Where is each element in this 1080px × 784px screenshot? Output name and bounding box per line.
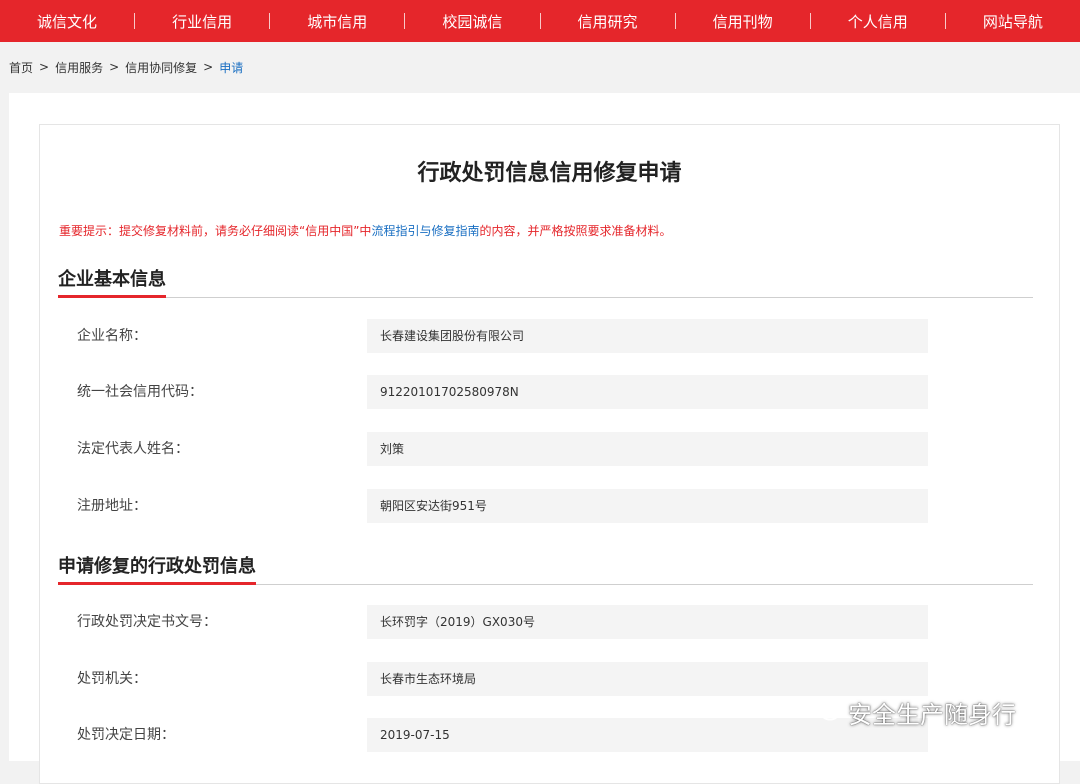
field-row-company-name: 企业名称： 长春建设集团股份有限公司 [40,319,1061,353]
nav-item-credit-publications[interactable]: 信用刊物 [676,11,810,32]
section-header-company: 企业基本信息 [58,265,1033,298]
field-label: 行政处罚决定书文号： [77,614,217,630]
breadcrumb-current: 申请 [219,60,244,75]
notice-conjunction: 与 [419,224,432,238]
legal-representative-field: 刘策 [367,432,928,466]
nav-item-credit-research[interactable]: 信用研究 [541,11,675,32]
breadcrumb-separator: > [109,60,120,74]
nav-item-campus-integrity[interactable]: 校园诚信 [405,11,539,32]
process-guide-link[interactable]: 流程指引 [371,224,419,238]
notice-prefix: 重要提示：提交修复材料前，请务必仔细阅读“信用中国”中 [59,224,372,238]
breadcrumb: 首页 > 信用服务 > 信用协同修复 > 申请 [0,42,1080,92]
field-row-decision-number: 行政处罚决定书文号： 长环罚字（2019）GX030号 [40,605,1061,639]
nav-item-personal-credit[interactable]: 个人信用 [811,11,945,32]
repair-guide-link[interactable]: 修复指南 [431,224,479,238]
registered-address-field: 朝阳区安达街951号 [367,489,928,523]
nav-item-integrity-culture[interactable]: 诚信文化 [0,11,134,32]
section-header-penalty: 申请修复的行政处罚信息 [58,552,1033,585]
top-navigation: 诚信文化 行业信用 城市信用 校园诚信 信用研究 信用刊物 个人信用 网站导航 [0,0,1080,42]
breadcrumb-credit-repair[interactable]: 信用协同修复 [125,59,197,76]
field-row-penalty-authority: 处罚机关： 长春市生态环境局 [40,662,1061,696]
field-label: 法定代表人姓名： [77,441,189,457]
important-notice: 重要提示：提交修复材料前，请务必仔细阅读“信用中国”中流程指引与修复指南的内容，… [59,222,672,239]
breadcrumb-credit-service[interactable]: 信用服务 [55,59,103,76]
nav-item-site-navigation[interactable]: 网站导航 [946,11,1080,32]
breadcrumb-separator: > [39,60,50,74]
content-panel: 行政处罚信息信用修复申请 重要提示：提交修复材料前，请务必仔细阅读“信用中国”中… [9,93,1080,784]
company-name-field: 长春建设集团股份有限公司 [367,319,928,353]
nav-item-city-credit[interactable]: 城市信用 [270,11,404,32]
section-title-penalty-info: 申请修复的行政处罚信息 [58,552,256,585]
watermark-text: 安全生产随身行 [848,700,1016,729]
penalty-authority-field: 长春市生态环境局 [367,662,928,696]
field-row-registered-address: 注册地址： 朝阳区安达街951号 [40,489,1061,523]
nav-item-industry-credit[interactable]: 行业信用 [135,11,269,32]
field-label: 处罚决定日期： [77,727,175,743]
breadcrumb-home[interactable]: 首页 [9,59,33,76]
field-row-legal-representative: 法定代表人姓名： 刘策 [40,432,1061,466]
credit-code-field: 91220101702580978N [367,375,928,409]
wechat-icon [808,694,848,730]
field-label: 注册地址： [77,498,147,514]
application-form: 行政处罚信息信用修复申请 重要提示：提交修复材料前，请务必仔细阅读“信用中国”中… [39,124,1060,784]
watermark: 安全生产随身行 [808,694,1016,730]
field-label: 处罚机关： [77,671,147,687]
breadcrumb-separator: > [203,60,214,74]
page-title: 行政处罚信息信用修复申请 [417,161,682,186]
decision-number-field: 长环罚字（2019）GX030号 [367,605,928,639]
notice-suffix: 的内容，并严格按照要求准备材料。 [479,224,672,238]
field-label: 统一社会信用代码： [77,384,203,400]
section-title-company-info: 企业基本信息 [58,265,166,298]
field-row-credit-code: 统一社会信用代码： 91220101702580978N [40,375,1061,409]
field-label: 企业名称： [77,328,147,344]
